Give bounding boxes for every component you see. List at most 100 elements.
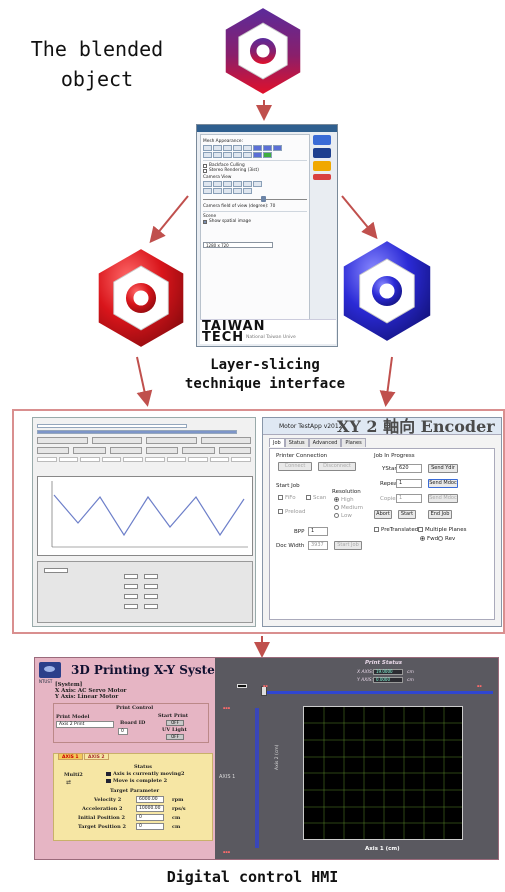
- start-job-button[interactable]: Start Job: [334, 541, 362, 550]
- tab-axis-1[interactable]: AXIS 1: [58, 753, 83, 760]
- checkbox-box[interactable]: [278, 495, 283, 500]
- mesh-mode-button[interactable]: [243, 145, 252, 151]
- action-button[interactable]: [91, 437, 142, 444]
- checkbox-box[interactable]: [374, 527, 379, 532]
- send-mdoc-button[interactable]: Send Mdoc: [428, 479, 458, 488]
- parameter-field[interactable]: [144, 604, 158, 609]
- mesh-color-button[interactable]: [263, 152, 272, 158]
- radio-button[interactable]: [438, 536, 443, 541]
- parameter-cell[interactable]: [123, 457, 143, 462]
- parameter-field[interactable]: [124, 604, 138, 609]
- rev-radio[interactable]: Rev: [438, 536, 455, 542]
- parameter-cell[interactable]: [188, 457, 208, 462]
- copies-input[interactable]: 1: [396, 494, 422, 503]
- camera-view-button[interactable]: [223, 181, 232, 187]
- radio-button[interactable]: [334, 505, 339, 510]
- action-button[interactable]: [73, 447, 106, 454]
- mesh-color-button[interactable]: [253, 145, 262, 151]
- velocity-input[interactable]: 6000.00: [136, 796, 164, 803]
- start-button[interactable]: Start: [398, 510, 416, 519]
- parameter-cell[interactable]: [166, 457, 187, 462]
- abort-button[interactable]: Abort: [374, 510, 392, 519]
- mesh-mode-button[interactable]: [233, 152, 242, 158]
- radio-button[interactable]: [420, 536, 425, 541]
- toolbar-icon[interactable]: [313, 148, 331, 158]
- action-button[interactable]: [145, 447, 179, 454]
- connect-button[interactable]: Connect: [278, 462, 312, 471]
- res-low-radio[interactable]: Low: [334, 513, 352, 519]
- parameter-cell[interactable]: [144, 457, 165, 462]
- toolbar-icon[interactable]: [313, 174, 331, 180]
- ystart-input[interactable]: 620: [396, 464, 422, 473]
- path-field[interactable]: [37, 424, 187, 428]
- mesh-color-button[interactable]: [273, 145, 282, 151]
- checkbox-box[interactable]: [203, 219, 207, 224]
- parameter-cell[interactable]: [101, 457, 122, 462]
- print-model-select[interactable]: Axis 2 Print: [56, 721, 114, 728]
- board-id-input[interactable]: 0: [118, 728, 128, 735]
- mesh-color-button[interactable]: [253, 152, 262, 158]
- scan-checkbox[interactable]: Scan: [306, 495, 326, 501]
- camera-view-button[interactable]: [213, 181, 222, 187]
- disconnect-button[interactable]: Disconnect: [318, 462, 356, 471]
- camera-view-button[interactable]: [223, 188, 232, 194]
- mesh-mode-button[interactable]: [243, 152, 252, 158]
- parameter-field[interactable]: [44, 568, 68, 573]
- camera-view-button[interactable]: [203, 181, 212, 187]
- tab-advanced[interactable]: Advanced: [308, 438, 342, 447]
- send-ydir-button[interactable]: Send Ydir: [428, 464, 458, 473]
- parameter-cell[interactable]: [209, 457, 230, 462]
- send-mdoc-button-2[interactable]: Send Mdoc: [428, 494, 458, 503]
- parameter-field[interactable]: [124, 584, 138, 589]
- checkbox-box[interactable]: [203, 168, 207, 173]
- mesh-mode-button[interactable]: [233, 145, 242, 151]
- camera-fov-slider[interactable]: [203, 196, 307, 202]
- mesh-color-button[interactable]: [263, 145, 272, 151]
- mesh-mode-button[interactable]: [223, 152, 232, 158]
- camera-view-button[interactable]: [243, 188, 252, 194]
- bpp-select[interactable]: 1: [308, 527, 328, 536]
- mesh-mode-button[interactable]: [203, 152, 212, 158]
- preload-checkbox[interactable]: Preload: [278, 509, 306, 515]
- checkbox-box[interactable]: [203, 163, 207, 168]
- camera-view-button[interactable]: [233, 181, 242, 187]
- pretranslated-checkbox[interactable]: PreTranslated: [374, 527, 418, 533]
- checkbox-box[interactable]: [418, 527, 423, 532]
- tab-job[interactable]: Job: [269, 438, 285, 447]
- fifo-checkbox[interactable]: FiFo: [278, 495, 296, 501]
- action-button[interactable]: [200, 437, 251, 444]
- parameter-field[interactable]: [144, 594, 158, 599]
- mesh-mode-button[interactable]: [223, 145, 232, 151]
- parameter-field[interactable]: [144, 574, 158, 579]
- slider-thumb[interactable]: [261, 196, 266, 202]
- resolution-dropdown[interactable]: 1280 x 720: [203, 242, 273, 248]
- parameter-cell[interactable]: [37, 457, 57, 462]
- multiple-planes-checkbox[interactable]: Multiple Planes: [418, 527, 467, 533]
- folder-icon[interactable]: [313, 161, 331, 171]
- end-job-button[interactable]: End Job: [428, 510, 452, 519]
- radio-button[interactable]: [334, 513, 339, 518]
- action-button[interactable]: [146, 437, 197, 444]
- camera-view-button[interactable]: [213, 188, 222, 194]
- res-high-radio[interactable]: High: [334, 497, 354, 503]
- camera-view-button[interactable]: [243, 181, 252, 187]
- acceleration-input[interactable]: 10000.00: [136, 805, 164, 812]
- tab-axis-2[interactable]: AXIS 2: [84, 753, 109, 760]
- fwd-radio[interactable]: Fwd: [420, 536, 438, 542]
- checkbox-box[interactable]: [278, 509, 283, 514]
- checkbox-box[interactable]: [306, 495, 311, 500]
- action-button[interactable]: [37, 437, 88, 444]
- camera-view-button[interactable]: [253, 181, 262, 187]
- target-position-input[interactable]: 0: [136, 823, 164, 830]
- radio-button[interactable]: [334, 497, 339, 502]
- uv-light-button[interactable]: OFF: [166, 734, 184, 740]
- action-button[interactable]: [37, 447, 70, 454]
- action-button[interactable]: [182, 447, 215, 454]
- parameter-field[interactable]: [124, 594, 138, 599]
- action-button[interactable]: [218, 447, 251, 454]
- start-print-button[interactable]: OFF: [166, 720, 184, 726]
- initial-position-input[interactable]: 0: [136, 814, 164, 821]
- mesh-mode-button[interactable]: [213, 152, 222, 158]
- tab-planes[interactable]: Planes: [341, 438, 366, 447]
- parameter-cell[interactable]: [231, 457, 251, 462]
